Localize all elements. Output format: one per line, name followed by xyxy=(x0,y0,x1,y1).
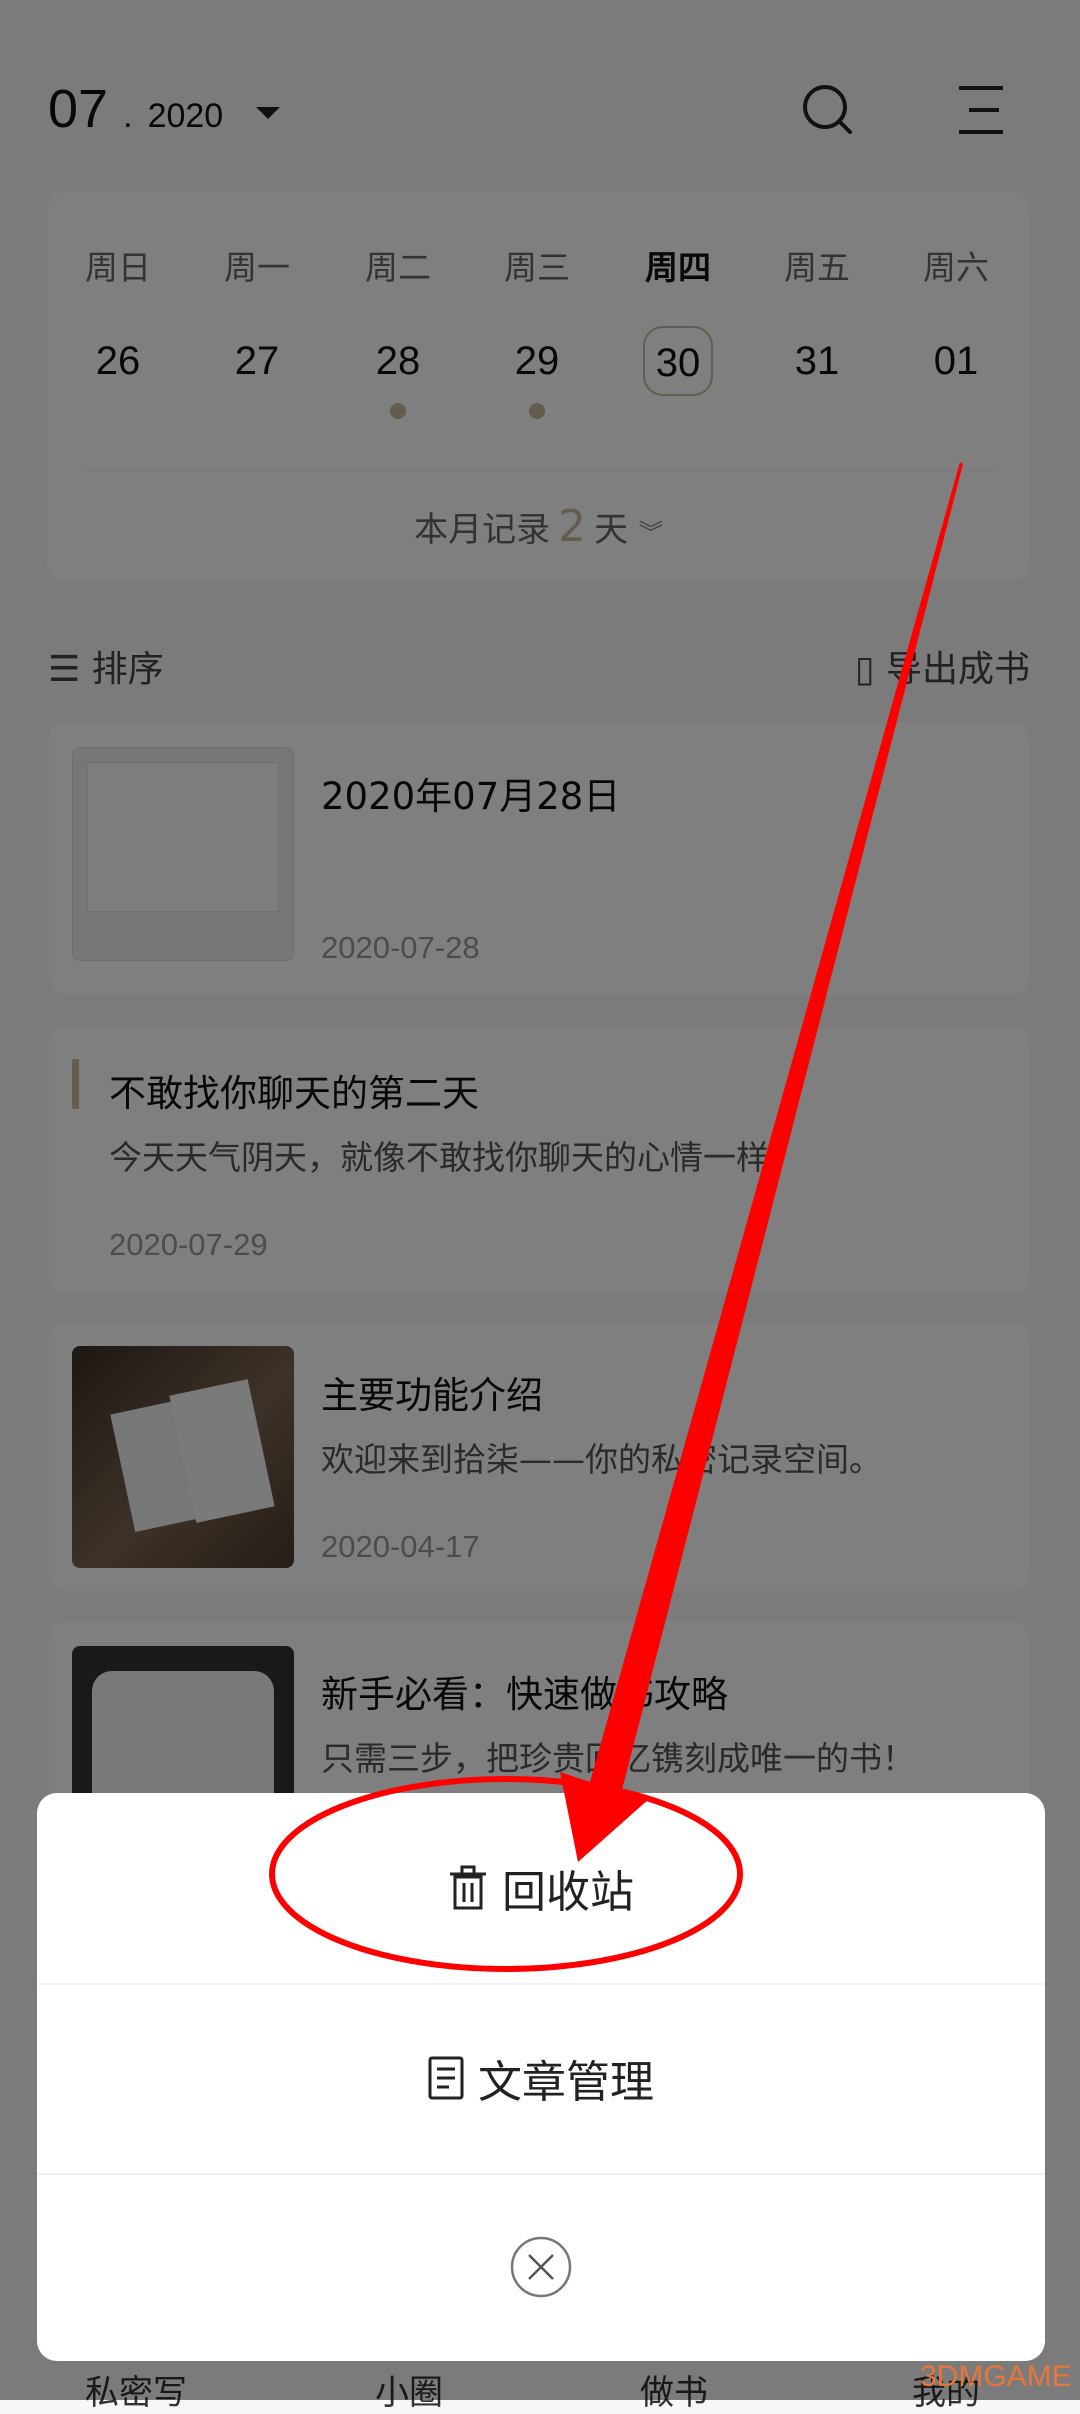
close-circle-icon xyxy=(510,2236,572,2298)
article-management-label: 文章管理 xyxy=(478,2057,654,2108)
article-management-button[interactable]: 文章管理 xyxy=(37,1983,1045,2173)
close-button[interactable] xyxy=(37,2173,1045,2361)
recycle-bin-button[interactable]: 回收站 xyxy=(37,1793,1045,1983)
document-icon xyxy=(428,2056,464,2100)
action-sheet: 回收站 文章管理 xyxy=(37,1793,1045,2361)
watermark: 3DMGAME xyxy=(920,2360,1072,2393)
trash-icon xyxy=(450,1865,486,1910)
recycle-bin-label: 回收站 xyxy=(502,1867,634,1918)
